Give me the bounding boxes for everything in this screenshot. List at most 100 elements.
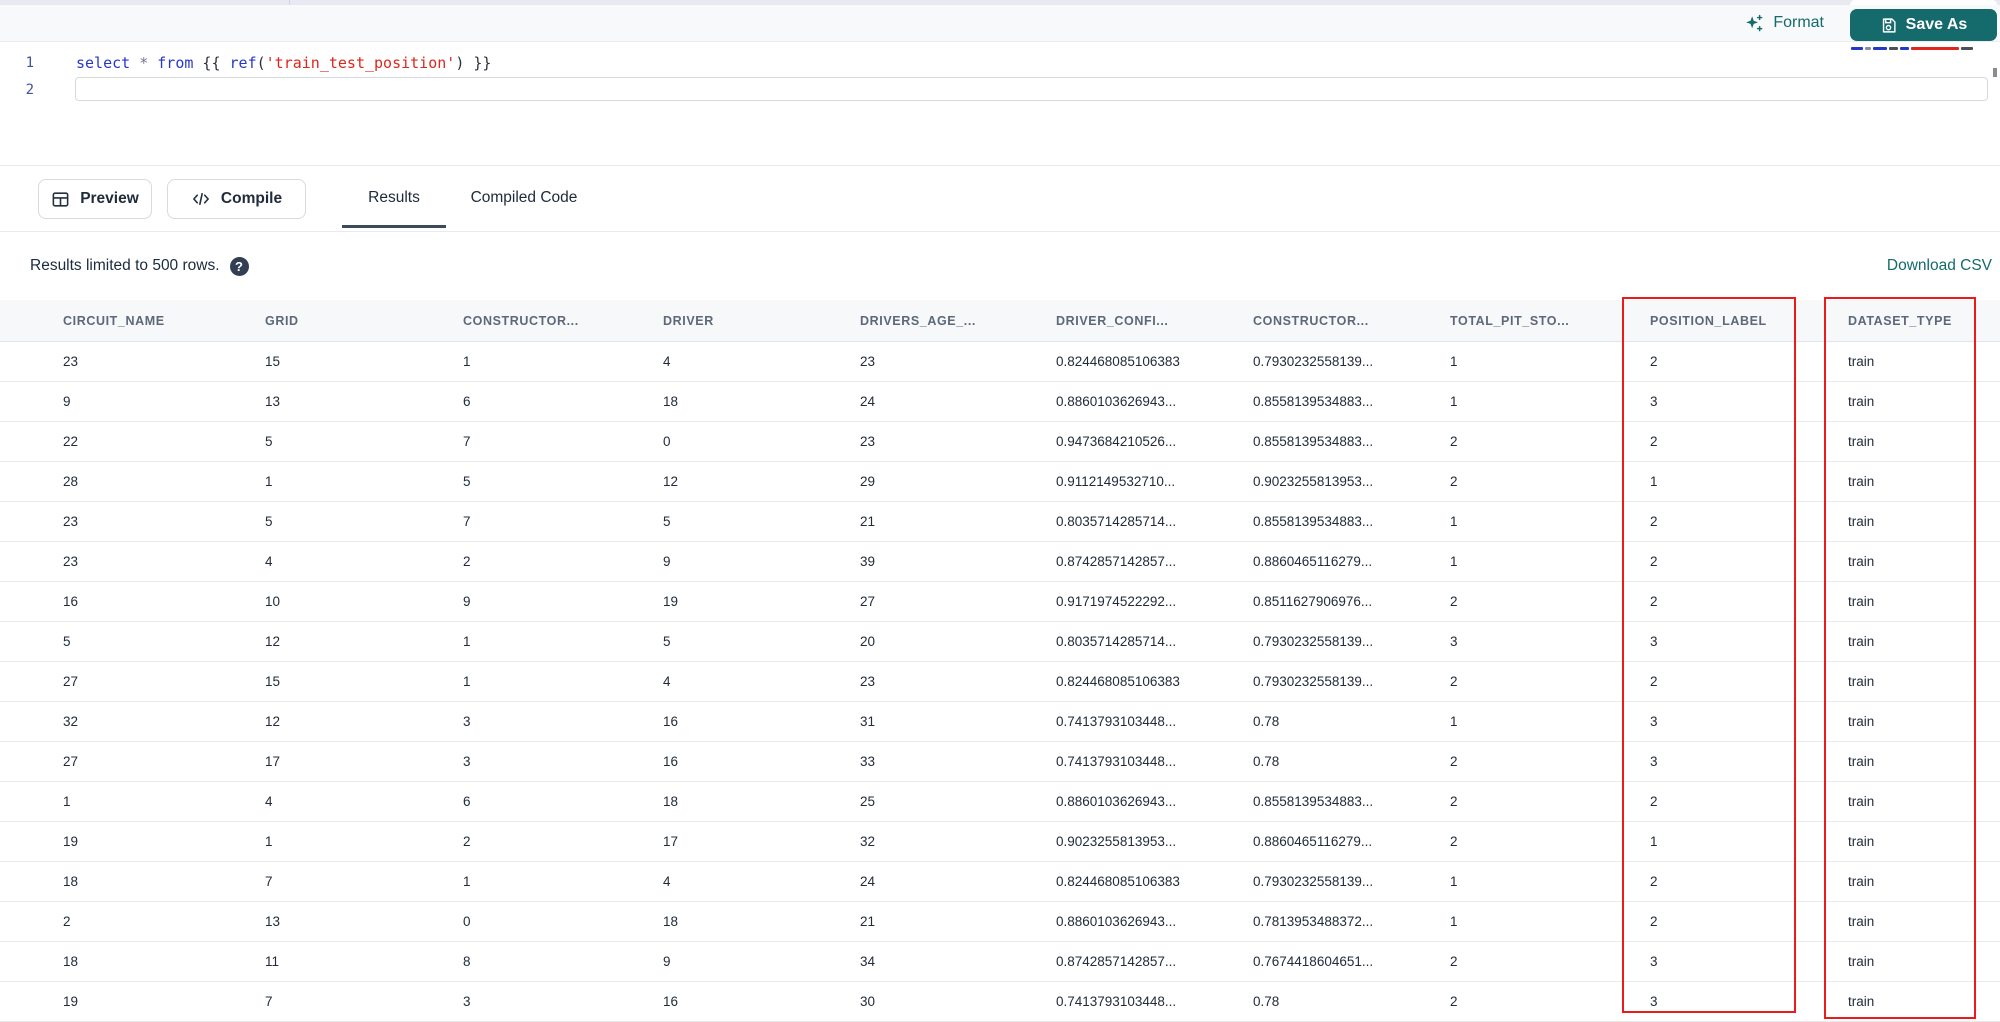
table-cell: 0.8860103626943...	[1056, 794, 1177, 809]
compile-button[interactable]: Compile	[167, 179, 306, 219]
table-cell: 0.8558139534883...	[1253, 794, 1374, 809]
format-button[interactable]: Format	[1745, 5, 1824, 41]
table-cell: 9	[663, 954, 671, 969]
download-csv-link[interactable]: Download CSV	[1887, 257, 1992, 275]
tab-compiled-code[interactable]: Compiled Code	[458, 166, 590, 230]
table-cell: 0.9023255813953...	[1253, 474, 1374, 489]
table-cell: 21	[860, 914, 876, 929]
table-cell: 1	[1450, 394, 1458, 409]
table-cell: 3	[463, 754, 471, 769]
code-icon	[191, 190, 211, 208]
table-cell: 5	[265, 514, 273, 529]
table-cell: 0.8035714285714...	[1056, 514, 1177, 529]
column-header-constructor[interactable]: CONSTRUCTOR...	[463, 314, 663, 328]
table-cell: 0	[463, 914, 471, 929]
table-cell: 0.78	[1253, 754, 1280, 769]
table-cell: 0.824468085106383	[1056, 674, 1180, 689]
column-header-driver[interactable]: DRIVER	[663, 314, 860, 328]
table-cell: 33	[860, 754, 876, 769]
table-cell: 0.7813953488372...	[1253, 914, 1374, 929]
column-header-circuit-name[interactable]: CIRCUIT_NAME	[63, 314, 265, 328]
line-number-2: 2	[25, 82, 34, 98]
table-cell: 3	[1450, 634, 1458, 649]
column-header-total-pit-sto[interactable]: TOTAL_PIT_STO...	[1450, 314, 1650, 328]
table-cell: 0.7930232558139...	[1253, 874, 1374, 889]
table-cell: 7	[265, 994, 273, 1009]
table-cell: 15	[265, 354, 281, 369]
table-cell: 19	[63, 994, 79, 1009]
table-cell: 0.8860465116279...	[1253, 554, 1373, 569]
table-cell: 1	[1450, 514, 1458, 529]
table-cell: 0.8860103626943...	[1056, 394, 1177, 409]
editor-toolbar: Format Save As	[0, 5, 2000, 42]
sparkles-icon	[1745, 14, 1764, 33]
table-cell: 7	[463, 514, 471, 529]
table-cell: 30	[860, 994, 876, 1009]
table-cell: 0.7674418604651...	[1253, 954, 1374, 969]
table-cell: 16	[663, 714, 679, 729]
table-cell: 0.824468085106383	[1056, 354, 1180, 369]
tab-results[interactable]: Results	[342, 166, 446, 230]
table-cell: 0.7930232558139...	[1253, 354, 1374, 369]
help-icon[interactable]: ?	[229, 256, 249, 276]
results-meta-row: Results limited to 500 rows. ? Download …	[0, 232, 2000, 300]
table-cell: 0.8742857142857...	[1056, 954, 1177, 969]
preview-button[interactable]: Preview	[38, 179, 152, 219]
table-cell: 2	[1450, 834, 1458, 849]
tab-compiled-code-label: Compiled Code	[470, 189, 578, 206]
table-cell: 0	[663, 434, 671, 449]
column-header-driver-confi[interactable]: DRIVER_CONFI...	[1056, 314, 1253, 328]
table-cell: 18	[63, 874, 79, 889]
table-cell: 17	[265, 754, 281, 769]
format-label: Format	[1773, 14, 1824, 31]
sql-editor[interactable]: 1 2 select * from {{ ref('train_test_pos…	[0, 42, 2000, 165]
table-cell: 24	[860, 874, 876, 889]
highlight-box-position-label	[1622, 297, 1796, 1013]
table-cell: 27	[63, 754, 79, 769]
results-limit-text: Results limited to 500 rows.	[30, 257, 220, 274]
table-cell: 23	[63, 554, 79, 569]
table-cell: 0.9023255813953...	[1056, 834, 1177, 849]
table-cell: 9	[663, 554, 671, 569]
table-cell: 16	[63, 594, 79, 609]
column-header-constructor[interactable]: CONSTRUCTOR...	[1253, 314, 1450, 328]
table-cell: 0.8860103626943...	[1056, 914, 1177, 929]
table-cell: 0.8860465116279...	[1253, 834, 1373, 849]
table-cell: 21	[860, 514, 876, 529]
table-cell: 1	[463, 674, 471, 689]
table-cell: 0.824468085106383	[1056, 874, 1180, 889]
table-cell: 12	[265, 714, 281, 729]
table-cell: 2	[1450, 474, 1458, 489]
table-cell: 27	[63, 674, 79, 689]
table-cell: 4	[265, 794, 273, 809]
table-cell: 1	[63, 794, 71, 809]
table-cell: 18	[663, 914, 679, 929]
active-tab-underline	[342, 225, 446, 228]
table-cell: 9	[463, 594, 471, 609]
table-cell: 13	[265, 914, 281, 929]
table-cell: 1	[265, 474, 273, 489]
table-cell: 0.7413793103448...	[1056, 994, 1177, 1009]
table-cell: 3	[463, 714, 471, 729]
editor-minimap[interactable]	[1851, 46, 1973, 50]
table-cell: 4	[265, 554, 273, 569]
table-cell: 7	[463, 434, 471, 449]
save-as-button[interactable]: Save As	[1850, 9, 1997, 41]
column-header-drivers-age[interactable]: DRIVERS_AGE_...	[860, 314, 1056, 328]
table-cell: 20	[860, 634, 876, 649]
table-cell: 1	[1450, 914, 1458, 929]
table-cell: 5	[63, 634, 71, 649]
results-actions-row: Preview Compile Results Compiled Code	[0, 165, 2000, 232]
table-cell: 0.78	[1253, 714, 1280, 729]
code-line-1[interactable]: select * from {{ ref('train_test_positio…	[76, 50, 491, 76]
table-cell: 15	[265, 674, 281, 689]
table-cell: 5	[265, 434, 273, 449]
table-cell: 0.9171974522292...	[1056, 594, 1177, 609]
table-cell: 0.8035714285714...	[1056, 634, 1177, 649]
table-cell: 0.8558139534883...	[1253, 394, 1374, 409]
table-cell: 12	[265, 634, 281, 649]
table-cell: 6	[463, 394, 471, 409]
compile-label: Compile	[220, 190, 283, 207]
table-cell: 5	[663, 514, 671, 529]
column-header-grid[interactable]: GRID	[265, 314, 463, 328]
